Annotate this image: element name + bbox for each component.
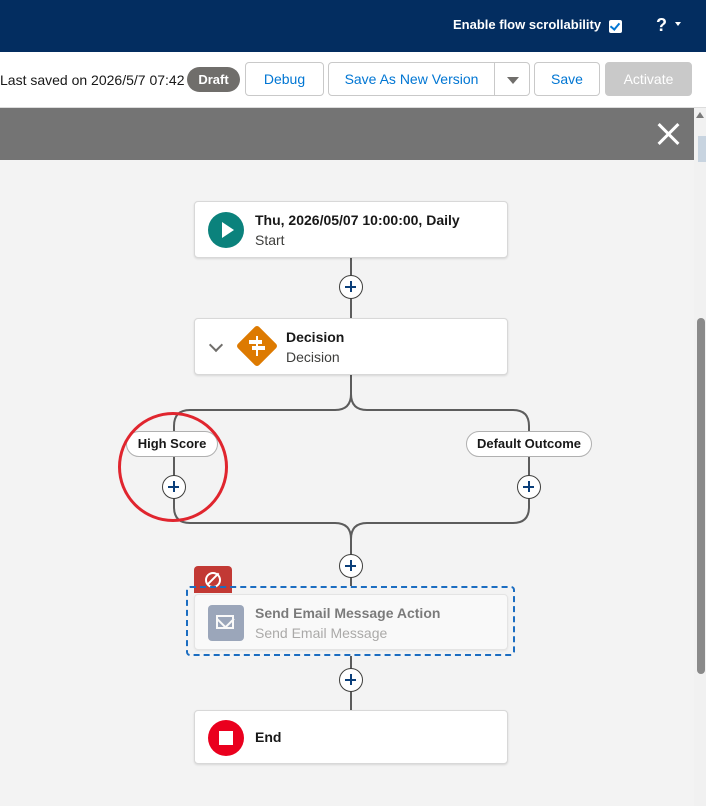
decision-type-label: Decision — [286, 349, 340, 365]
email-icon — [208, 605, 244, 641]
action-title: Send Email Message Action — [255, 605, 441, 621]
start-type-label: Start — [255, 232, 285, 248]
stop-icon — [208, 720, 244, 756]
start-element[interactable]: Thu, 2026/05/07 10:00:00, Daily Start — [194, 201, 508, 258]
start-schedule-title: Thu, 2026/05/07 10:00:00, Daily — [255, 212, 460, 228]
signpost-icon — [249, 336, 265, 356]
add-element-button-before-end[interactable] — [339, 668, 363, 692]
play-icon — [208, 212, 244, 248]
decision-element[interactable]: Decision Decision — [194, 318, 508, 375]
decision-title: Decision — [286, 329, 345, 345]
collapse-chevron-icon[interactable] — [208, 337, 224, 353]
add-element-button-default[interactable] — [517, 475, 541, 499]
add-element-button-after-merge[interactable] — [339, 554, 363, 578]
send-email-action-element[interactable]: Send Email Message Action Send Email Mes… — [194, 594, 508, 650]
action-type-label: Send Email Message — [255, 625, 388, 641]
end-title: End — [255, 729, 282, 745]
outcome-high-score[interactable]: High Score — [126, 431, 218, 457]
end-element[interactable]: End — [194, 710, 508, 764]
outcome-default[interactable]: Default Outcome — [466, 431, 592, 457]
add-element-button-high-score[interactable] — [162, 475, 186, 499]
add-element-button[interactable] — [339, 275, 363, 299]
